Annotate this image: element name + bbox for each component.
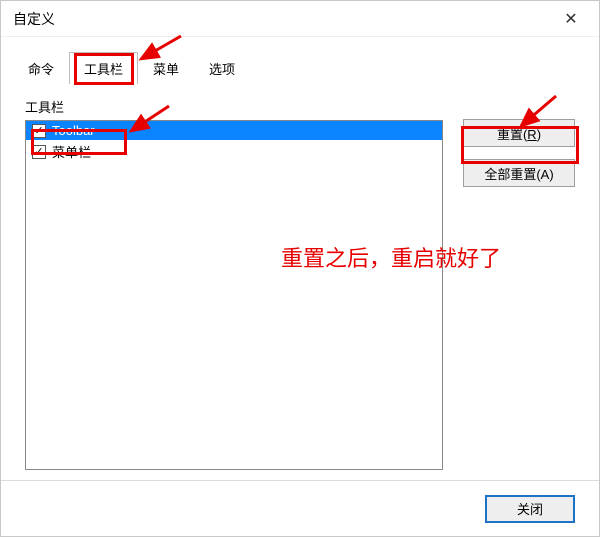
left-column: 工具栏 ✓ Toolbar ✓ 菜单栏 [25, 97, 443, 470]
dialog-window: 自定义 ✕ 命令 工具栏 菜单 选项 工具栏 ✓ Toolbar ✓ 菜单栏 [0, 0, 600, 537]
tab-toolbars[interactable]: 工具栏 [69, 52, 138, 84]
tab-commands[interactable]: 命令 [13, 52, 69, 84]
reset-button[interactable]: 重置(R) [463, 119, 575, 147]
checkbox-icon[interactable]: ✓ [32, 145, 46, 159]
content-area: 工具栏 ✓ Toolbar ✓ 菜单栏 重置(R) 全部重置(A) [1, 83, 599, 480]
list-item[interactable]: ✓ Toolbar [26, 121, 442, 140]
window-title: 自定义 [13, 9, 551, 29]
list-item-label: Toolbar [52, 123, 95, 138]
titlebar: 自定义 ✕ [1, 1, 599, 37]
list-item-label: 菜单栏 [52, 142, 91, 161]
tabstrip: 命令 工具栏 菜单 选项 [1, 37, 599, 83]
dialog-footer: 关闭 [1, 480, 599, 536]
checkbox-icon[interactable]: ✓ [32, 124, 46, 138]
right-column: 重置(R) 全部重置(A) [463, 97, 575, 470]
toolbar-listbox[interactable]: ✓ Toolbar ✓ 菜单栏 [25, 120, 443, 470]
tab-menus[interactable]: 菜单 [138, 52, 194, 84]
list-label: 工具栏 [25, 97, 443, 116]
reset-all-button[interactable]: 全部重置(A) [463, 159, 575, 187]
close-icon[interactable]: ✕ [551, 5, 591, 33]
close-button[interactable]: 关闭 [485, 495, 575, 523]
list-item[interactable]: ✓ 菜单栏 [26, 140, 442, 163]
tab-options[interactable]: 选项 [194, 52, 250, 84]
